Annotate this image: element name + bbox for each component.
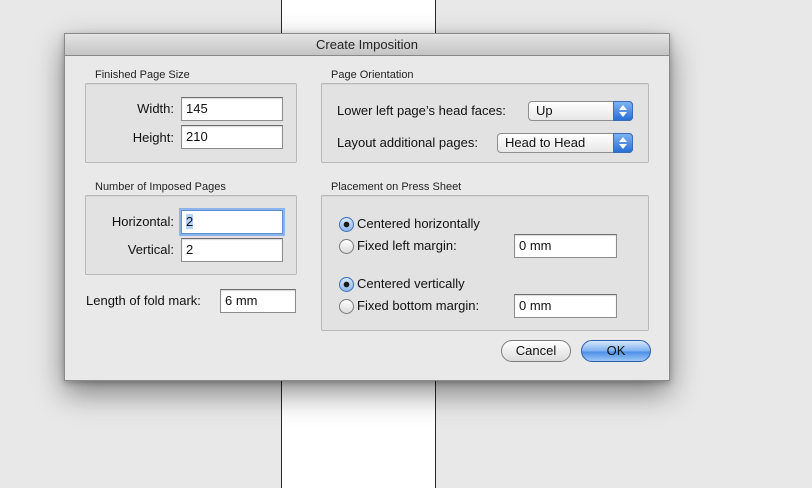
fixed-bottom-margin-label: Fixed bottom margin: — [357, 298, 480, 313]
vertical-label: Vertical: — [127, 242, 174, 257]
width-label: Width: — [137, 101, 174, 116]
horizontal-label: Horizontal: — [111, 214, 174, 229]
finished-page-size-label: Finished Page Size — [95, 69, 190, 81]
imposed-pages-label: Number of Imposed Pages — [95, 181, 226, 193]
head-faces-popup[interactable]: Up — [528, 101, 633, 121]
height-field[interactable]: 210 — [181, 125, 283, 149]
fold-mark-label: Length of fold mark: — [86, 293, 201, 308]
placement-label: Placement on Press Sheet — [331, 181, 462, 193]
create-imposition-dialog: Create Imposition Finished Page Size Wid… — [64, 33, 670, 381]
head-faces-value: Up — [536, 103, 553, 118]
height-label: Height: — [132, 130, 174, 145]
popup-arrows-icon — [613, 101, 633, 121]
vertical-field[interactable]: 2 — [181, 238, 283, 262]
page-orientation-label: Page Orientation — [331, 69, 414, 81]
ok-button[interactable]: OK — [581, 340, 651, 362]
fixed-left-margin-radio[interactable] — [339, 239, 354, 254]
popup-arrows-icon — [613, 133, 633, 153]
horizontal-field[interactable]: 2 — [181, 210, 283, 234]
centered-horizontally-radio[interactable] — [339, 217, 354, 232]
centered-horizontally-label: Centered horizontally — [357, 216, 480, 231]
width-field[interactable]: 145 — [181, 97, 283, 121]
placement-group: Centered horizontally Fixed left margin:… — [321, 195, 649, 331]
finished-page-size-group: Width: 145 Height: 210 — [85, 83, 297, 163]
centered-vertically-radio[interactable] — [339, 277, 354, 292]
fixed-bottom-margin-field[interactable]: 0 mm — [514, 294, 617, 318]
imposed-pages-group: Horizontal: 2 Vertical: 2 — [85, 195, 297, 275]
fixed-bottom-margin-radio[interactable] — [339, 299, 354, 314]
head-faces-label: Lower left page’s head faces: — [337, 103, 506, 118]
fixed-left-margin-field[interactable]: 0 mm — [514, 234, 617, 258]
layout-pages-value: Head to Head — [505, 135, 586, 150]
layout-pages-popup[interactable]: Head to Head — [497, 133, 633, 153]
horizontal-value: 2 — [186, 214, 194, 229]
cancel-button[interactable]: Cancel — [501, 340, 571, 362]
dialog-title: Create Imposition — [65, 34, 669, 56]
fold-mark-field[interactable]: 6 mm — [220, 289, 296, 313]
layout-pages-label: Layout additional pages: — [337, 135, 478, 150]
page-orientation-group: Lower left page’s head faces: Up Layout … — [321, 83, 649, 163]
fixed-left-margin-label: Fixed left margin: — [357, 238, 457, 253]
centered-vertically-label: Centered vertically — [357, 276, 465, 291]
